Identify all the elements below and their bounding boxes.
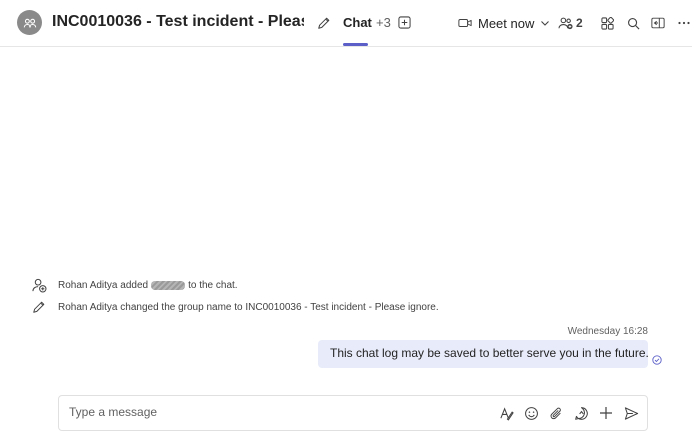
active-tab-indicator bbox=[343, 43, 368, 46]
search-button[interactable] bbox=[626, 16, 640, 30]
group-icon bbox=[23, 18, 36, 27]
pencil-icon bbox=[318, 17, 330, 29]
chat-header: INC0010036 - Test incident - Pleas... Ch… bbox=[0, 0, 692, 47]
system-message-rename: Rohan Aditya changed the group name to I… bbox=[31, 299, 439, 315]
more-options-button[interactable] bbox=[677, 17, 690, 29]
plus-icon bbox=[600, 407, 612, 419]
chevron-down-icon bbox=[541, 21, 549, 26]
pop-out-icon bbox=[651, 17, 665, 29]
format-icon bbox=[499, 406, 514, 421]
meet-options-dropdown[interactable] bbox=[539, 17, 551, 29]
loop-button[interactable] bbox=[573, 404, 589, 422]
meet-now-label: Meet now bbox=[478, 15, 535, 31]
group-avatar[interactable] bbox=[17, 10, 42, 35]
person-add-icon bbox=[31, 277, 47, 293]
add-tab-icon bbox=[397, 15, 411, 29]
video-camera-icon bbox=[458, 19, 472, 27]
attach-button[interactable] bbox=[548, 404, 564, 422]
send-icon bbox=[624, 406, 638, 420]
emoji-button[interactable] bbox=[523, 404, 539, 422]
system-message-text: Rohan Aditya changed the group name to I… bbox=[58, 301, 439, 313]
add-actions-button[interactable] bbox=[598, 404, 614, 422]
meet-now-button[interactable]: Meet now bbox=[458, 13, 534, 33]
pencil-icon bbox=[31, 299, 47, 315]
format-button[interactable] bbox=[498, 404, 514, 422]
more-dots-icon bbox=[677, 21, 690, 25]
more-tabs[interactable]: +3 bbox=[376, 15, 391, 30]
redacted-name bbox=[151, 281, 186, 290]
pop-out-button[interactable] bbox=[651, 16, 665, 30]
apps-button[interactable] bbox=[600, 16, 614, 30]
system-message-prefix: Rohan Aditya added bbox=[58, 279, 149, 291]
participants-button[interactable]: 2 bbox=[558, 13, 583, 33]
message-timestamp: Wednesday 16:28 bbox=[567, 326, 648, 337]
system-message-member-added: Rohan Aditya added to the chat. bbox=[31, 277, 238, 293]
read-receipt-icon bbox=[652, 355, 662, 365]
loop-icon bbox=[574, 406, 588, 420]
message-composer bbox=[58, 395, 648, 431]
chat-title: INC0010036 - Test incident - Pleas... bbox=[52, 13, 304, 30]
add-tab-button[interactable] bbox=[397, 15, 411, 29]
search-icon bbox=[627, 17, 639, 29]
people-icon bbox=[558, 17, 573, 30]
paperclip-icon bbox=[550, 407, 561, 419]
system-message-suffix: to the chat. bbox=[188, 279, 238, 291]
composer-toolbar bbox=[498, 404, 639, 422]
participant-count: 2 bbox=[576, 16, 583, 30]
message-input[interactable] bbox=[69, 405, 469, 419]
tab-chat[interactable]: Chat bbox=[343, 15, 372, 30]
message-bubble[interactable]: This chat log may be saved to better ser… bbox=[318, 340, 649, 368]
rename-button[interactable] bbox=[316, 15, 332, 31]
send-button[interactable] bbox=[623, 404, 639, 422]
apps-icon bbox=[600, 16, 614, 30]
emoji-icon bbox=[524, 406, 538, 420]
